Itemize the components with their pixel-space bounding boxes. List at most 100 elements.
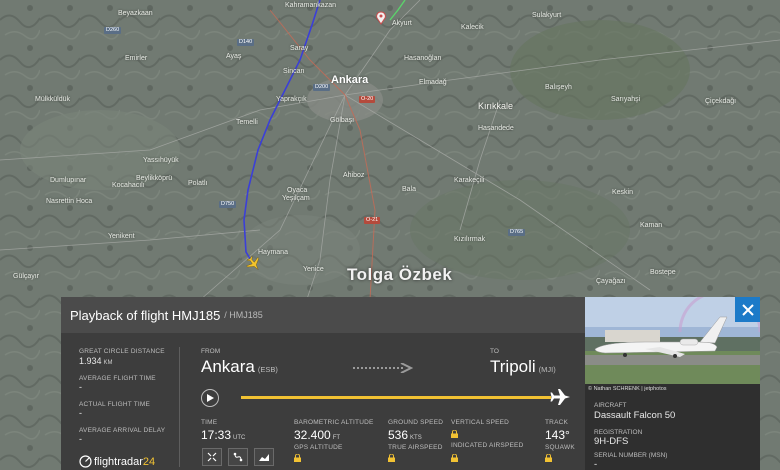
lock-icon <box>451 454 458 462</box>
track-label: TRACK <box>545 419 569 426</box>
map-label: Sulakyurt <box>532 12 562 19</box>
playback-track[interactable] <box>241 396 551 399</box>
photo-credit-text: © Nathan SCHRENK | jetphotos <box>588 386 667 392</box>
brand-name: flightradar24 <box>94 455 156 468</box>
stat-label: AVERAGE ARRIVAL DELAY <box>79 427 166 434</box>
map-label: Emirler <box>125 55 148 62</box>
map-label: Nasrettin Hoca <box>46 198 93 205</box>
playback-panel: Playback of flight HMJ185 / HMJ185 GREAT… <box>61 297 585 470</box>
stat-value: - <box>79 408 82 418</box>
registration-label: REGISTRATION <box>594 429 643 436</box>
stat-label: AVERAGE FLIGHT TIME <box>79 375 156 382</box>
graph-icon <box>258 454 269 461</box>
baro-altitude-label: BAROMETRIC ALTITUDE <box>294 419 374 426</box>
map-label: Kocahacılı <box>112 182 145 189</box>
map-label: Hasandede <box>478 125 514 132</box>
chart-button[interactable] <box>254 448 274 466</box>
map-label: Çayağazı <box>596 278 626 285</box>
squawk-label: SQUAWK <box>545 444 575 451</box>
lock-icon <box>294 454 301 462</box>
map-label: Bala <box>402 186 417 193</box>
map-label: Beylikköprü <box>136 175 173 182</box>
to-city[interactable]: Tripoli (MJI) <box>490 357 556 377</box>
ground-speed-label: GROUND SPEED <box>388 419 444 426</box>
panel-title: Playback of flight HMJ185 <box>70 307 221 323</box>
vertical-speed-label: VERTICAL SPEED <box>451 419 510 426</box>
map-label: Sarıyahşi <box>611 96 641 103</box>
map-label: Kızılırmak <box>454 236 486 243</box>
map-label: Polatlı <box>188 180 208 187</box>
stat-label: GREAT CIRCLE DISTANCE <box>79 348 165 355</box>
road-shield: D140 <box>237 39 255 46</box>
brand-logo: flightradar24 <box>79 455 155 468</box>
map-label: Elmadağ <box>419 79 447 86</box>
map-label: Saray <box>290 45 309 52</box>
panel-header: Playback of flight HMJ185 / HMJ185 <box>61 297 585 333</box>
road-shield: D765 <box>508 229 526 236</box>
msn-label: SERIAL NUMBER (MSN) <box>594 452 668 459</box>
map-label: Yeşilçam <box>282 195 310 202</box>
stat-value: 1.934 KM <box>79 356 113 366</box>
indicated-airspeed-label: INDICATED AIRSPEED <box>451 442 524 449</box>
map-label: Kaman <box>640 222 663 229</box>
time-value: 17:33 UTC <box>201 428 246 442</box>
registration-value: 9H-DFS <box>594 436 629 447</box>
aircraft-photo-image <box>585 297 760 384</box>
map-label: Karakeçili <box>454 177 485 184</box>
route-button[interactable] <box>228 448 248 466</box>
baro-altitude-value: 32.400 FT <box>294 428 341 442</box>
map-label-city: Ankara <box>331 74 369 86</box>
map-label: Gölbaşı <box>330 117 355 124</box>
map-label: Gülçayır <box>13 273 40 280</box>
map-label: Sincan <box>283 68 305 75</box>
close-icon <box>741 303 754 316</box>
track-value: 143° <box>545 428 570 442</box>
close-button[interactable] <box>735 297 760 322</box>
map-label: Yaprakçık <box>276 96 307 103</box>
plane-progress-icon[interactable] <box>549 387 571 407</box>
map-label: Balışeyh <box>545 84 572 91</box>
route-arrow-icon <box>353 363 413 373</box>
map-label: Çiçekdağı <box>705 98 737 105</box>
map-label: Beyazkaan <box>118 10 153 17</box>
map-label: Yenice <box>303 266 324 273</box>
road-shield: D750 <box>219 201 237 208</box>
road-shield: O-21 <box>364 217 381 224</box>
map-label: Ayaş <box>226 53 242 60</box>
true-airspeed-label: TRUE AIRSPEED <box>388 444 443 451</box>
stat-value: - <box>79 434 82 444</box>
gps-altitude-label: GPS ALTITUDE <box>294 444 343 451</box>
road-shield: D260 <box>104 27 122 34</box>
play-icon <box>207 394 214 402</box>
aircraft-panel: © Nathan SCHRENK | jetphotos AIRCRAFT Da… <box>585 297 760 470</box>
lock-icon <box>388 454 395 462</box>
from-city[interactable]: Ankara (ESB) <box>201 357 278 377</box>
map-label: Oyaca <box>287 187 308 194</box>
time-label: TIME <box>201 419 218 426</box>
fit-bounds-button[interactable] <box>202 448 222 466</box>
fit-bounds-icon <box>207 452 217 462</box>
watermark: Tolga Özbek <box>347 265 453 284</box>
map-label: Yenikent <box>108 233 135 240</box>
aircraft-photo[interactable] <box>585 297 760 384</box>
radar-icon <box>79 455 92 468</box>
map-label: Akyurt <box>392 20 412 27</box>
route-icon <box>233 452 243 462</box>
stat-value: - <box>79 382 82 392</box>
play-button[interactable] <box>201 389 219 407</box>
map-label: Dumlupınar <box>50 177 87 184</box>
map-label: Haymana <box>258 249 288 256</box>
aircraft-type-label: AIRCRAFT <box>594 402 627 409</box>
map-label-city: Kırıkkale <box>478 101 514 111</box>
map-label: Mülkküldük <box>35 96 71 103</box>
lock-icon <box>451 430 458 438</box>
stat-label: ACTUAL FLIGHT TIME <box>79 401 151 408</box>
from-label: FROM <box>201 348 221 355</box>
map-label: Yassıhüyük <box>143 157 179 164</box>
panel-subtitle: / HMJ185 <box>224 310 263 320</box>
lock-icon <box>545 454 552 462</box>
map-label: Hasanoğlan <box>404 55 442 62</box>
msn-value: - <box>594 459 598 470</box>
to-label: TO <box>490 348 499 355</box>
divider <box>179 347 180 467</box>
